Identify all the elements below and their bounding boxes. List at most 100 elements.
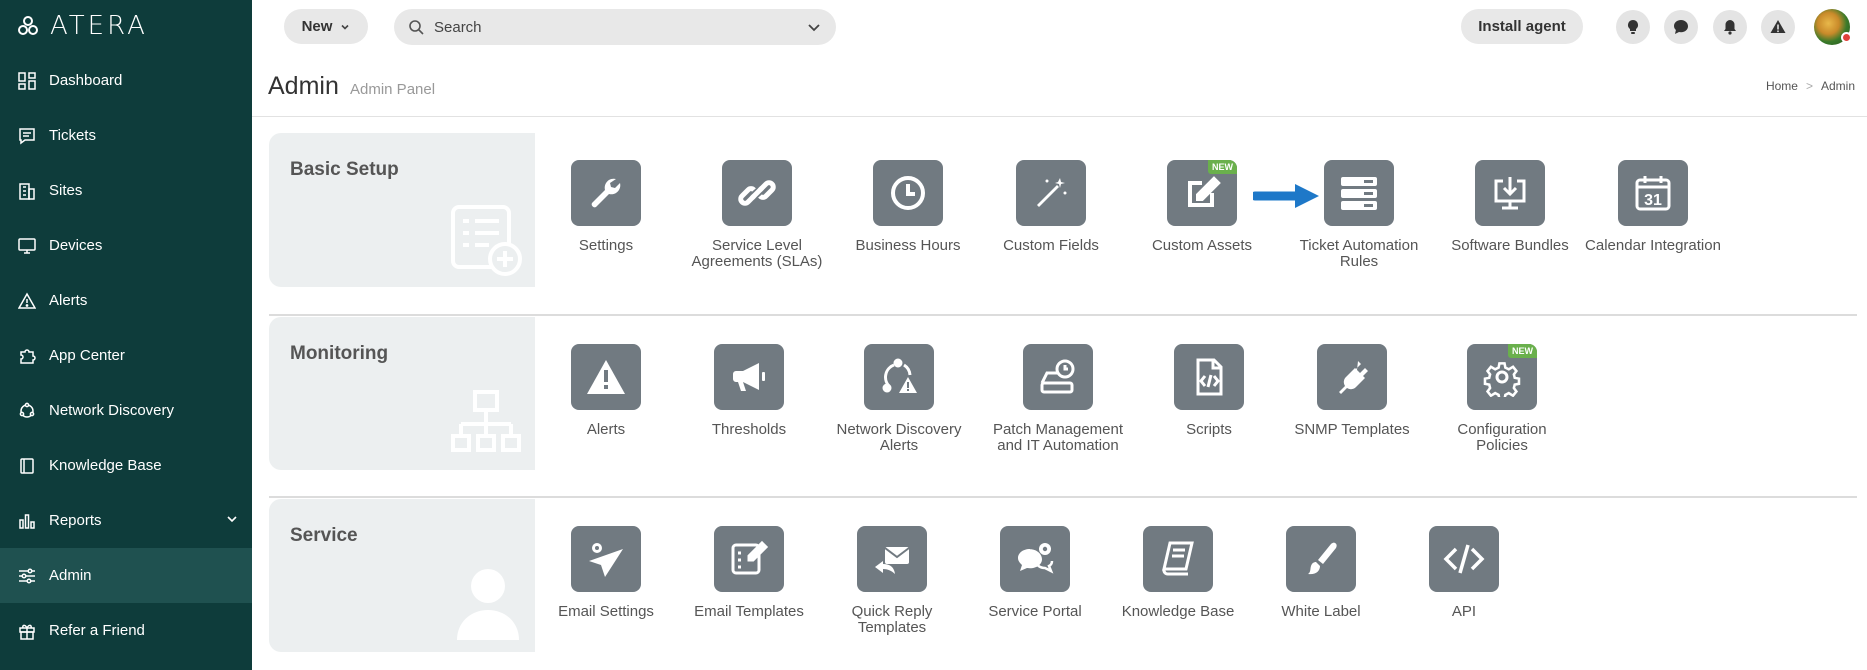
chat-icon[interactable] bbox=[1664, 10, 1698, 44]
template-edit-icon bbox=[714, 526, 784, 592]
new-badge: NEW bbox=[1208, 160, 1237, 174]
monitoring-section: Monitoring Alerts Thresholds Network Dis… bbox=[269, 317, 1857, 470]
sidebar-item-sites[interactable]: Sites bbox=[0, 163, 252, 218]
tile-quick-reply-templates[interactable]: Quick Reply Templates bbox=[817, 526, 967, 636]
install-agent-button[interactable]: Install agent bbox=[1461, 9, 1583, 44]
section-title: Service bbox=[290, 525, 358, 546]
section-sidebar: Service bbox=[269, 499, 535, 652]
tile-ticket-automation-rules[interactable]: Ticket Automation Rules bbox=[1284, 160, 1434, 270]
tile-label: Alerts bbox=[586, 421, 626, 438]
plug-icon bbox=[1317, 344, 1387, 410]
tile-label: White Label bbox=[1281, 603, 1361, 620]
clock-icon bbox=[873, 160, 943, 226]
tile-label: Software Bundles bbox=[1451, 237, 1569, 254]
tile-label: Service Level Agreements (SLAs) bbox=[691, 237, 823, 270]
tile-knowledge-base[interactable]: Knowledge Base bbox=[1103, 526, 1253, 620]
megaphone-icon bbox=[714, 344, 784, 410]
sidebar-item-label: Sites bbox=[49, 182, 83, 199]
breadcrumb-home[interactable]: Home bbox=[1766, 79, 1798, 93]
tile-label: Email Templates bbox=[694, 603, 804, 620]
warning-icon bbox=[17, 291, 37, 311]
calendar-icon: 31 bbox=[1618, 160, 1688, 226]
tile-snmp-templates[interactable]: SNMP Templates bbox=[1277, 344, 1427, 438]
tile-api[interactable]: API bbox=[1389, 526, 1539, 620]
lightbulb-icon[interactable] bbox=[1616, 10, 1650, 44]
tile-label: Network Discovery Alerts bbox=[836, 421, 962, 454]
new-badge: NEW bbox=[1508, 344, 1537, 358]
tile-label: Custom Fields bbox=[1003, 237, 1099, 254]
download-monitor-icon bbox=[1475, 160, 1545, 226]
tile-label: SNMP Templates bbox=[1294, 421, 1410, 438]
dashboard-icon bbox=[17, 71, 37, 91]
section-sidebar: Basic Setup bbox=[269, 133, 535, 287]
sidebar-item-knowledge-base[interactable]: Knowledge Base bbox=[0, 438, 252, 493]
atera-logo-icon bbox=[18, 16, 38, 35]
search-input[interactable]: Search bbox=[394, 9, 836, 45]
sidebar-item-label: Devices bbox=[49, 237, 103, 254]
tile-custom-fields[interactable]: Custom Fields bbox=[976, 160, 1126, 254]
sidebar-item-tickets[interactable]: Tickets bbox=[0, 108, 252, 163]
tile-label: Configuration Policies bbox=[1457, 421, 1547, 454]
section-divider bbox=[269, 314, 1857, 316]
book-icon bbox=[17, 456, 37, 476]
avatar[interactable] bbox=[1814, 9, 1852, 45]
bell-icon[interactable] bbox=[1713, 10, 1747, 44]
drive-clock-icon bbox=[1023, 344, 1093, 410]
tile-label: Service Portal bbox=[988, 603, 1082, 620]
tile-label: Email Settings bbox=[558, 603, 654, 620]
code-file-icon bbox=[1174, 344, 1244, 410]
sidebar-item-dashboard[interactable]: Dashboard bbox=[0, 53, 252, 108]
sidebar-item-admin[interactable]: Admin bbox=[0, 548, 252, 603]
book-icon bbox=[1143, 526, 1213, 592]
tile-settings[interactable]: Settings bbox=[531, 160, 681, 254]
sidebar-item-network-discovery[interactable]: Network Discovery bbox=[0, 383, 252, 438]
sidebar-item-app-center[interactable]: App Center bbox=[0, 328, 252, 383]
service-section: Service Email Settings Email Templates Q… bbox=[269, 499, 1857, 652]
tile-white-label[interactable]: White Label bbox=[1246, 526, 1396, 620]
monitor-icon bbox=[17, 236, 37, 256]
tile-email-settings[interactable]: Email Settings bbox=[531, 526, 681, 620]
sidebar-item-label: Admin bbox=[49, 567, 92, 584]
page-subtitle: Admin Panel bbox=[350, 81, 436, 98]
warning-icon[interactable] bbox=[1761, 10, 1795, 44]
tile-label: Quick Reply Templates bbox=[851, 603, 933, 636]
tile-patch-management[interactable]: Patch Management and IT Automation bbox=[983, 344, 1133, 454]
sidebar-item-label: App Center bbox=[49, 347, 125, 364]
tile-network-discovery-alerts[interactable]: Network Discovery Alerts bbox=[824, 344, 974, 454]
tile-thresholds[interactable]: Thresholds bbox=[674, 344, 824, 438]
tile-label: Custom Assets bbox=[1151, 237, 1253, 254]
atera-logo[interactable]: ATERA bbox=[16, 11, 148, 41]
link-icon bbox=[722, 160, 792, 226]
brush-icon bbox=[1286, 526, 1356, 592]
tile-email-templates[interactable]: Email Templates bbox=[674, 526, 824, 620]
breadcrumb-separator: > bbox=[1805, 79, 1813, 93]
network-diagram-icon bbox=[451, 390, 521, 452]
sidebar: ATERA Dashboard Tickets Sites Devices Al… bbox=[0, 0, 252, 670]
sidebar-item-refer-a-friend[interactable]: Refer a Friend bbox=[0, 603, 252, 658]
sidebar-item-reports[interactable]: Reports bbox=[0, 493, 252, 548]
tile-alerts[interactable]: Alerts bbox=[531, 344, 681, 438]
chevron-down-icon[interactable] bbox=[806, 19, 822, 35]
tile-label: Business Hours bbox=[855, 237, 961, 254]
tile-business-hours[interactable]: Business Hours bbox=[833, 160, 983, 254]
section-title: Monitoring bbox=[290, 343, 389, 364]
edit-icon: NEW bbox=[1167, 160, 1237, 226]
tile-calendar-integration[interactable]: 31 Calendar Integration bbox=[1578, 160, 1728, 254]
chevron-down-icon bbox=[341, 24, 349, 30]
sidebar-item-alerts[interactable]: Alerts bbox=[0, 273, 252, 328]
tile-software-bundles[interactable]: Software Bundles bbox=[1435, 160, 1585, 254]
server-icon bbox=[1324, 160, 1394, 226]
tile-label: Settings bbox=[578, 237, 634, 254]
puzzle-icon bbox=[17, 346, 37, 366]
tile-configuration-policies[interactable]: NEW Configuration Policies bbox=[1427, 344, 1577, 454]
tile-service-portal[interactable]: Service Portal bbox=[960, 526, 1110, 620]
section-divider bbox=[269, 496, 1857, 498]
tile-scripts[interactable]: Scripts bbox=[1134, 344, 1284, 438]
tile-slas[interactable]: Service Level Agreements (SLAs) bbox=[682, 160, 832, 270]
tile-label: Scripts bbox=[1186, 421, 1232, 438]
chevron-down-icon bbox=[227, 516, 237, 523]
sidebar-item-devices[interactable]: Devices bbox=[0, 218, 252, 273]
new-button[interactable]: New bbox=[284, 9, 368, 44]
sidebar-item-label: Reports bbox=[49, 512, 102, 529]
basic-setup-section: Basic Setup Settings Service Level Agree… bbox=[269, 133, 1857, 287]
